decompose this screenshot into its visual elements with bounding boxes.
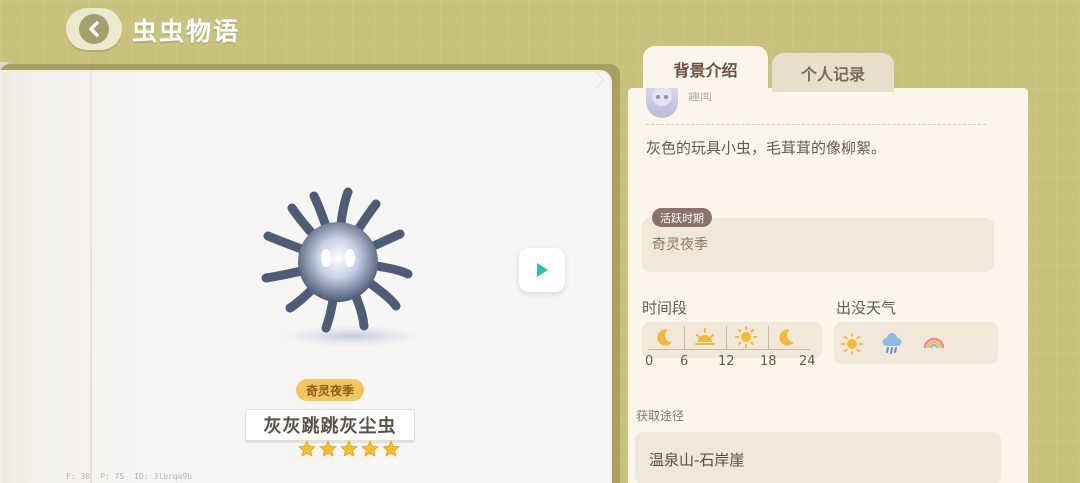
sun-icon — [841, 333, 863, 355]
book-crease — [90, 70, 92, 483]
active-period-label: 活跃时期 — [652, 208, 712, 227]
sun-icon — [735, 326, 757, 348]
moon-icon — [779, 329, 794, 346]
sunrise-icon — [695, 328, 715, 345]
chevron-left-icon — [79, 14, 109, 44]
bug-description: 灰色的玩具小虫，毛茸茸的像柳絮。 — [646, 139, 887, 157]
star-icon — [319, 440, 337, 457]
rain-icon — [882, 333, 902, 354]
active-period-value: 奇灵夜季 — [652, 237, 708, 253]
time-label: 24 — [799, 354, 816, 369]
back-button[interactable] — [66, 8, 122, 50]
tab-background[interactable]: 背景介绍 — [643, 46, 768, 92]
rainbow-icon — [923, 337, 945, 349]
tab-personal-record[interactable]: 个人记录 — [772, 53, 894, 92]
divider — [646, 124, 986, 125]
season-badge: 奇灵夜季 — [296, 379, 364, 401]
source-section-title: 获取途径 — [636, 409, 685, 423]
debug-id: ID: 3lbrqa9b — [134, 472, 192, 481]
debug-p: P: 75 — [100, 472, 125, 481]
rating-stars — [298, 440, 400, 458]
next-page-button[interactable] — [519, 248, 565, 292]
time-label: 0 — [645, 354, 654, 369]
star-icon — [382, 440, 400, 457]
bug-illustration — [261, 187, 424, 347]
time-tick — [726, 326, 727, 350]
debug-overlay: F: 30 P: 75 ID: 3lbrqa9b — [66, 472, 192, 481]
bug-name: 灰灰跳跳灰尘虫 — [263, 416, 397, 437]
time-section-title: 时间段 — [642, 299, 688, 317]
weather-section-title: 出没天气 — [836, 299, 897, 317]
play-icon — [537, 263, 548, 277]
bug-name-plate: 灰灰跳跳灰尘虫 — [245, 409, 415, 441]
star-icon — [298, 440, 316, 457]
moon-icon — [657, 329, 672, 346]
star-icon — [340, 440, 358, 457]
time-label: 18 — [760, 354, 777, 369]
page-title: 虫虫物语 — [132, 17, 241, 46]
time-tick — [768, 326, 769, 350]
trivia-label: 趣闻 — [688, 92, 713, 103]
time-tick — [684, 326, 685, 350]
star-icon — [361, 440, 379, 457]
source-location: 温泉山-石岸崖 — [649, 451, 745, 469]
time-axis — [648, 349, 810, 350]
debug-f: F: 30 — [66, 472, 91, 481]
time-label: 12 — [718, 354, 735, 369]
time-label: 6 — [680, 354, 689, 369]
